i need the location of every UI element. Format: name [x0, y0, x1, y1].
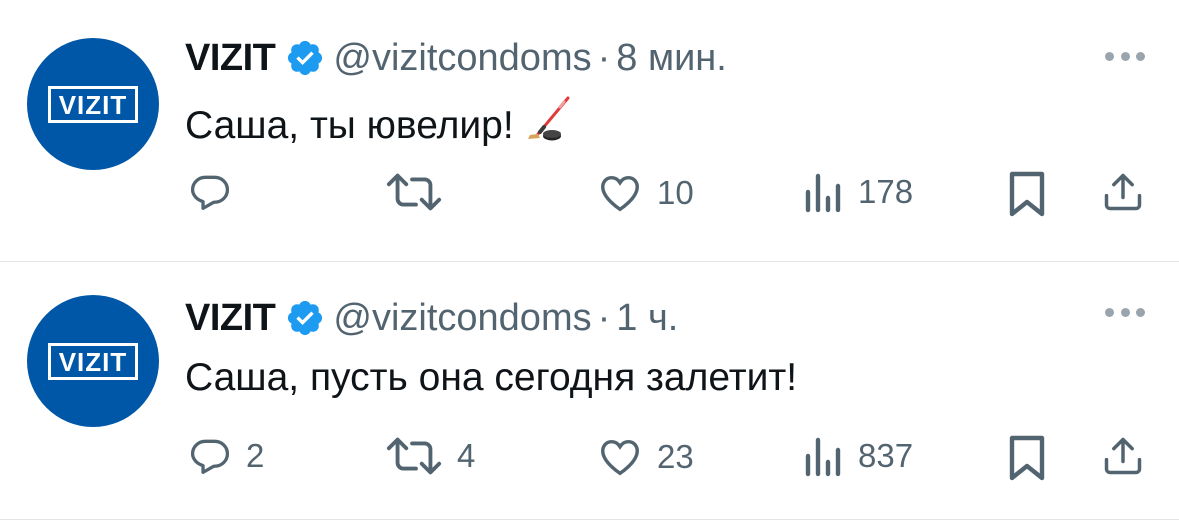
author-handle[interactable]: @vizitcondoms [333, 37, 591, 80]
tweet-text-content: Саша, ты ювелир! [185, 104, 514, 147]
avatar[interactable]: VIZIT [27, 38, 159, 170]
view-count: 837 [858, 437, 914, 474]
view-count: 178 [858, 173, 914, 210]
brand-logo: VIZIT [47, 85, 139, 123]
heart-icon [601, 439, 639, 476]
heart-icon [601, 175, 639, 212]
timestamp[interactable]: 1 ч. [616, 297, 678, 340]
like-count: 23 [657, 438, 694, 475]
views-chart-icon [805, 437, 841, 477]
reply-button[interactable] [188, 170, 246, 214]
retweet-button[interactable]: 4 [385, 434, 475, 478]
reply-count: 2 [246, 437, 265, 474]
bookmark-icon [1009, 171, 1045, 217]
tweet[interactable]: VIZIT VIZIT @vizitcondoms · 1 ч. Саша, п… [0, 262, 1179, 520]
author-name[interactable]: VIZIT [185, 37, 276, 80]
bookmark-icon [1009, 435, 1045, 481]
avatar[interactable]: VIZIT [27, 295, 159, 427]
like-button[interactable]: 10 [597, 170, 694, 216]
views-button[interactable]: 837 [804, 434, 913, 478]
like-count: 10 [657, 174, 694, 211]
retweet-count: 4 [457, 437, 476, 474]
views-chart-icon [805, 173, 841, 213]
author-handle[interactable]: @vizitcondoms [333, 297, 591, 340]
like-button[interactable]: 23 [597, 434, 694, 480]
bookmark-button[interactable] [1008, 170, 1046, 218]
reply-icon [190, 439, 230, 474]
more-options-icon[interactable] [1105, 46, 1145, 66]
reply-button[interactable]: 2 [188, 434, 264, 478]
separator-dot: · [597, 296, 611, 339]
verified-badge-icon [288, 40, 323, 76]
ice-hockey-icon [527, 96, 570, 141]
retweet-button[interactable] [385, 170, 457, 214]
share-button[interactable] [1101, 170, 1145, 214]
views-button[interactable]: 178 [804, 170, 913, 214]
share-icon [1104, 437, 1142, 475]
tweet-header: VIZIT @vizitcondoms · 1 ч. [185, 296, 678, 340]
bookmark-button[interactable] [1008, 434, 1046, 482]
separator-dot: · [597, 36, 611, 79]
share-icon [1104, 173, 1142, 211]
reply-icon [190, 175, 230, 210]
tweet[interactable]: VIZIT VIZIT @vizitcondoms · 8 мин. Саша,… [0, 0, 1179, 262]
retweet-icon [386, 173, 442, 211]
share-button[interactable] [1101, 434, 1145, 478]
author-name[interactable]: VIZIT [185, 297, 276, 340]
tweet-header: VIZIT @vizitcondoms · 8 мин. [185, 36, 727, 80]
retweet-icon [386, 437, 442, 475]
tweet-text: Саша, ты ювелир! [185, 96, 572, 150]
more-options-icon[interactable] [1105, 302, 1145, 322]
timestamp[interactable]: 8 мин. [616, 37, 727, 80]
tweet-text: Саша, пусть она сегодня залетит! [185, 356, 798, 399]
brand-logo: VIZIT [47, 342, 139, 380]
verified-badge-icon [288, 300, 323, 336]
